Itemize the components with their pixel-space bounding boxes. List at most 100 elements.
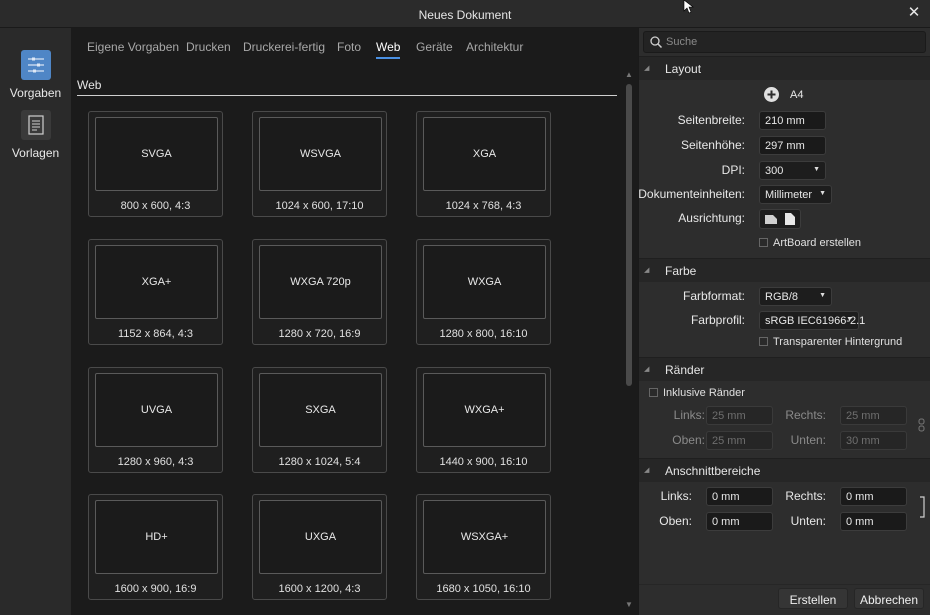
page-width-label: Seitenbreite: [677,113,745,127]
bleed-top-field[interactable]: 0 mm [706,512,773,531]
page-width-field[interactable]: 210 mm [759,111,826,130]
bleed-right-label: Rechts: [785,489,826,503]
preset-scrollbar[interactable]: ▲ ▼ [624,70,634,615]
preset-card-uxga[interactable]: UXGA 1600 x 1200, 4:3 [252,494,387,600]
preset-card-wsxga-plus[interactable]: WSXGA+ 1680 x 1050, 16:10 [416,494,551,600]
preset-card-wsvga[interactable]: WSVGA 1024 x 600, 17:10 [252,111,387,217]
preset-caption: 800 x 600, 4:3 [120,200,191,212]
preset-thumbnail: WSVGA [259,117,382,191]
margin-top-field[interactable]: 25 mm [706,431,773,450]
search-icon [650,36,663,49]
preset-card-wxga-720p[interactable]: WXGA 720p 1280 x 720, 16:9 [252,239,387,345]
bleed-left-field[interactable]: 0 mm [706,487,773,506]
link-bleed-icon[interactable] [918,496,925,518]
search-box[interactable] [643,31,926,53]
dpi-dropdown[interactable]: 300 ▼ [759,161,826,180]
collapse-triangle-icon: ◢ [644,65,650,72]
margin-bottom-field[interactable]: 30 mm [840,431,907,450]
chevron-down-icon: ▼ [813,166,820,173]
preset-card-uvga[interactable]: UVGA 1280 x 960, 4:3 [88,367,223,473]
cancel-button[interactable]: Abbrechen [854,588,924,609]
document-units-dropdown[interactable]: Millimeter ▼ [759,185,832,204]
tab-architecture[interactable]: Architektur [466,40,523,54]
checkbox-box [759,337,768,346]
bleed-bottom-field[interactable]: 0 mm [840,512,907,531]
section-label: Ränder [665,363,705,377]
margin-bottom-label: Unten: [790,433,826,447]
tab-print[interactable]: Drucken [186,40,231,54]
scroll-up-icon[interactable]: ▲ [625,70,633,79]
margins-section-header[interactable]: ◢ Ränder [639,357,930,381]
color-profile-dropdown[interactable]: sRGB IEC61966-2.1 ▼ [759,311,865,330]
preset-thumbnail: XGA+ [95,245,218,319]
color-format-dropdown[interactable]: RGB/8 ▼ [759,287,832,306]
preset-card-svga[interactable]: SVGA 800 x 600, 4:3 [88,111,223,217]
section-label: Anschnittbereiche [665,464,761,478]
tab-web[interactable]: Web [376,40,401,59]
chevron-down-icon: ▼ [819,190,826,197]
margin-left-label: Links: [673,408,705,422]
chevron-down-icon: ▼ [846,316,853,323]
preset-thumbnail: XGA [423,117,546,191]
preset-caption: 1600 x 900, 16:9 [114,583,197,595]
bleed-section-header[interactable]: ◢ Anschnittbereiche [639,458,930,482]
preset-card-xga-plus[interactable]: XGA+ 1152 x 864, 4:3 [88,239,223,345]
document-units-label: Dokumenteinheiten: [638,187,745,201]
scroll-down-icon[interactable]: ▼ [625,600,633,609]
search-input[interactable] [666,34,921,50]
bleed-left-label: Links: [660,489,692,503]
dpi-value: 300 [765,165,784,177]
transparent-background-checkbox[interactable]: Transparenter Hintergrund [759,336,902,348]
color-format-value: RGB/8 [765,291,799,303]
preset-card-wxga-plus[interactable]: WXGA+ 1440 x 900, 16:10 [416,367,551,473]
page-height-field[interactable]: 297 mm [759,136,826,155]
tab-custom-presets[interactable]: Eigene Vorgaben [87,40,179,54]
add-page-size-icon[interactable] [763,86,780,103]
tab-devices[interactable]: Geräte [416,40,453,54]
presets-icon [20,50,51,80]
preset-thumbnail: SVGA [95,117,218,191]
preset-caption: 1280 x 800, 16:10 [439,328,528,340]
preset-caption: 1024 x 768, 4:3 [445,200,522,212]
checkbox-label: Inklusive Ränder [663,387,745,399]
close-icon[interactable]: ✕ [906,5,922,21]
section-label: Layout [665,62,702,76]
bleed-right-field[interactable]: 0 mm [840,487,907,506]
preset-card-hd-plus[interactable]: HD+ 1600 x 900, 16:9 [88,494,223,600]
preset-thumbnail: WSXGA+ [423,500,546,574]
dpi-label: DPI: [721,163,745,177]
sidebar-item-presets[interactable]: Vorgaben [0,50,71,100]
preset-thumbnail: HD+ [95,500,218,574]
landscape-orientation-icon[interactable] [764,213,778,225]
orientation-label: Ausrichtung: [678,211,745,225]
create-button[interactable]: Erstellen [778,588,848,609]
paper-size-label: A4 [790,89,804,101]
preset-card-xga[interactable]: XGA 1024 x 768, 4:3 [416,111,551,217]
sidebar-item-templates[interactable]: Vorlagen [0,110,71,160]
tab-press-ready[interactable]: Druckerei-fertig [243,40,325,54]
sidebar-item-label: Vorgaben [9,86,62,100]
margin-left-field[interactable]: 25 mm [706,406,773,425]
margin-right-field[interactable]: 25 mm [840,406,907,425]
left-sidebar: Vorgaben Vorlagen [0,28,71,615]
color-section-header[interactable]: ◢ Farbe [639,258,930,282]
preset-thumbnail: UXGA [259,500,382,574]
link-margins-icon[interactable] [918,418,925,432]
portrait-orientation-icon[interactable] [784,212,796,226]
scrollbar-thumb[interactable] [626,84,632,386]
preset-thumbnail: SXGA [259,373,382,447]
include-margins-checkbox[interactable]: Inklusive Ränder [649,387,745,399]
tab-photo[interactable]: Foto [337,40,361,54]
preset-card-sxga[interactable]: SXGA 1280 x 1024, 5:4 [252,367,387,473]
preset-card-wxga[interactable]: WXGA 1280 x 800, 16:10 [416,239,551,345]
margin-top-label: Oben: [672,433,705,447]
artboard-checkbox[interactable]: ArtBoard erstellen [759,237,861,249]
preset-caption: 1280 x 1024, 5:4 [278,456,361,468]
layout-section-header[interactable]: ◢ Layout [639,56,930,80]
chevron-down-icon: ▼ [819,292,826,299]
color-format-label: Farbformat: [682,289,745,303]
preset-area: Eigene Vorgaben Drucken Druckerei-fertig… [71,28,638,615]
page-height-label: Seitenhöhe: [680,138,745,152]
checkbox-box [649,388,658,397]
category-tabs: Eigene Vorgaben Drucken Druckerei-fertig… [71,28,638,64]
